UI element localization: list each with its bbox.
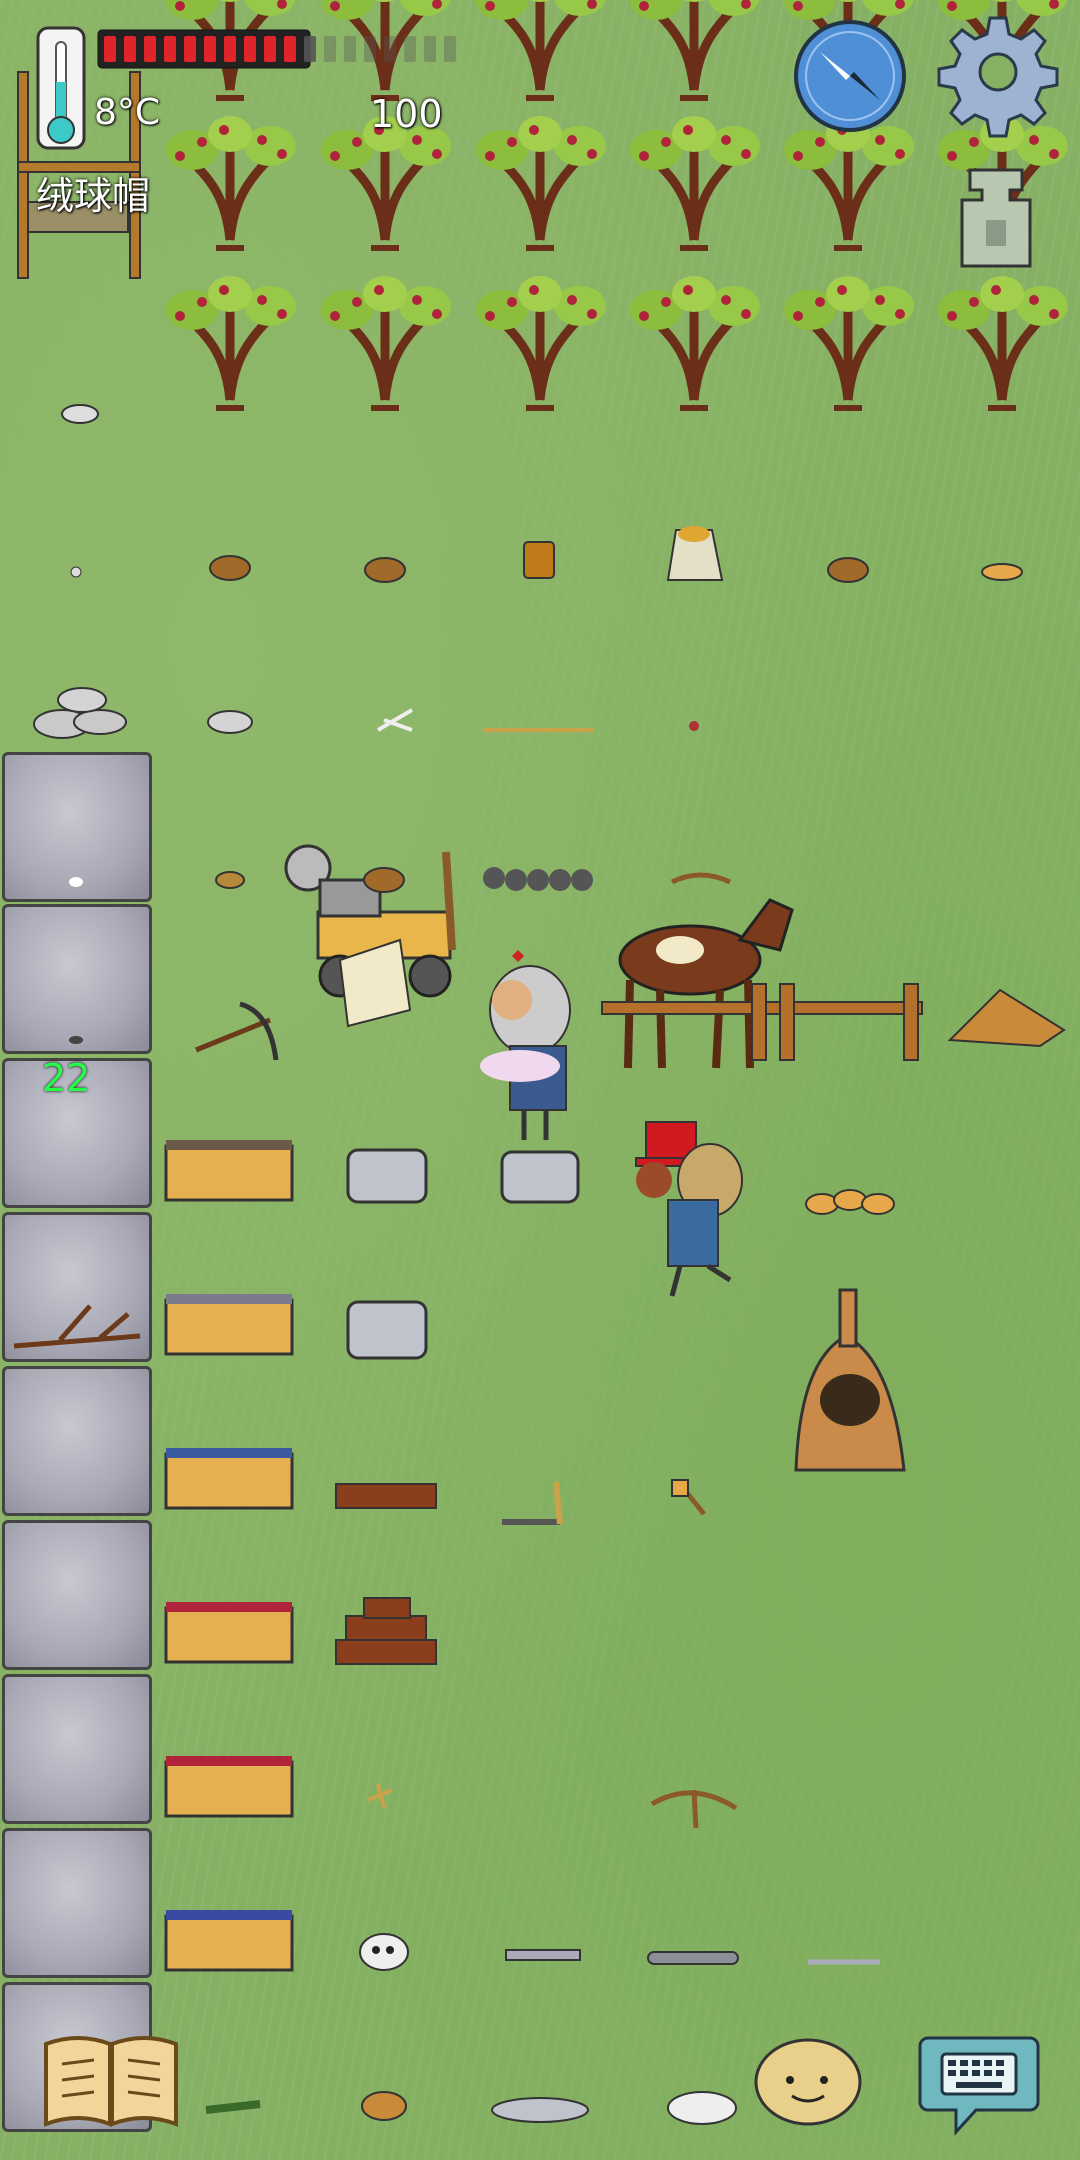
food-pip bbox=[224, 36, 236, 62]
food-pip bbox=[124, 36, 136, 62]
worn-item-label: 绒球帽 bbox=[36, 174, 151, 218]
shears[interactable] bbox=[376, 708, 414, 732]
herbs[interactable] bbox=[205, 2100, 261, 2114]
stone-pile[interactable] bbox=[61, 404, 99, 424]
basket[interactable] bbox=[827, 557, 869, 583]
basket[interactable] bbox=[209, 555, 251, 581]
seed-sack[interactable] bbox=[666, 526, 724, 581]
bucket[interactable] bbox=[523, 541, 555, 579]
temperature-label: 8°C bbox=[94, 92, 161, 133]
emote-face-icon[interactable] bbox=[752, 2034, 864, 2126]
player-character[interactable] bbox=[480, 950, 571, 1140]
crate[interactable] bbox=[164, 1140, 294, 1202]
stone[interactable] bbox=[207, 710, 253, 734]
keyboard-chat-icon[interactable] bbox=[918, 2028, 1040, 2136]
food-value: 100 bbox=[370, 92, 443, 136]
small-item[interactable] bbox=[689, 721, 699, 731]
food-pip bbox=[384, 36, 396, 62]
age-label: 22 bbox=[42, 1056, 91, 1100]
adobe-kiln[interactable] bbox=[794, 1288, 906, 1472]
food-pip bbox=[244, 36, 256, 62]
food-pip bbox=[204, 36, 216, 62]
food-pip bbox=[104, 36, 116, 62]
straw-pile[interactable] bbox=[947, 988, 1066, 1048]
hatchet[interactable] bbox=[671, 1479, 706, 1516]
thermometer-icon bbox=[36, 26, 86, 150]
crate[interactable] bbox=[164, 1602, 294, 1664]
adze[interactable] bbox=[502, 1481, 563, 1525]
food-pip bbox=[364, 36, 376, 62]
stones[interactable] bbox=[491, 2097, 589, 2123]
skeleton[interactable] bbox=[667, 2091, 737, 2125]
pebble[interactable] bbox=[70, 566, 82, 578]
branch[interactable] bbox=[13, 1304, 141, 1349]
pickaxe[interactable] bbox=[195, 1001, 279, 1061]
bread[interactable] bbox=[981, 563, 1023, 581]
food-pip bbox=[424, 36, 436, 62]
totem-icon[interactable] bbox=[956, 166, 1036, 270]
food-pip bbox=[344, 36, 356, 62]
food-bar bbox=[97, 29, 488, 69]
plate-stack[interactable] bbox=[346, 1300, 428, 1360]
food-pip bbox=[264, 36, 276, 62]
big-stone-pile[interactable] bbox=[33, 687, 127, 739]
rope[interactable] bbox=[215, 871, 245, 889]
brick-stack[interactable] bbox=[335, 1597, 437, 1665]
rope-coil[interactable] bbox=[361, 2091, 407, 2121]
iron-pipe[interactable] bbox=[647, 1951, 739, 1965]
gear-icon[interactable] bbox=[937, 12, 1059, 138]
food-pip bbox=[144, 36, 156, 62]
npc-red-hat[interactable] bbox=[635, 1121, 743, 1297]
fence[interactable] bbox=[601, 983, 923, 1061]
compass-icon[interactable] bbox=[792, 18, 908, 134]
food-pip bbox=[404, 36, 416, 62]
skeleton[interactable] bbox=[359, 1933, 409, 1971]
engine-cart[interactable] bbox=[284, 844, 456, 1028]
food-pip bbox=[304, 36, 316, 62]
iron-bar[interactable] bbox=[505, 1949, 581, 1961]
food-pip bbox=[324, 36, 336, 62]
crate[interactable] bbox=[164, 1448, 294, 1510]
crossbow[interactable] bbox=[650, 1789, 738, 1829]
kindling[interactable] bbox=[367, 1783, 393, 1809]
pebble[interactable] bbox=[69, 1036, 83, 1044]
bricks[interactable] bbox=[335, 1483, 437, 1509]
pebble[interactable] bbox=[69, 877, 83, 887]
bow-stave[interactable] bbox=[670, 872, 732, 885]
world-objects bbox=[13, 404, 1066, 2125]
food-pip bbox=[284, 36, 296, 62]
plate-stack[interactable] bbox=[500, 1150, 580, 1204]
plate-stack[interactable] bbox=[346, 1148, 428, 1204]
crate[interactable] bbox=[164, 1294, 294, 1356]
iron-balls[interactable] bbox=[483, 867, 593, 891]
basket[interactable] bbox=[364, 557, 406, 583]
bread-loaves[interactable] bbox=[805, 1189, 895, 1215]
book-icon[interactable] bbox=[42, 2030, 180, 2128]
food-pip bbox=[444, 36, 456, 62]
food-pip bbox=[164, 36, 176, 62]
crate[interactable] bbox=[164, 1756, 294, 1818]
food-pip bbox=[184, 36, 196, 62]
crate[interactable] bbox=[164, 1910, 294, 1972]
